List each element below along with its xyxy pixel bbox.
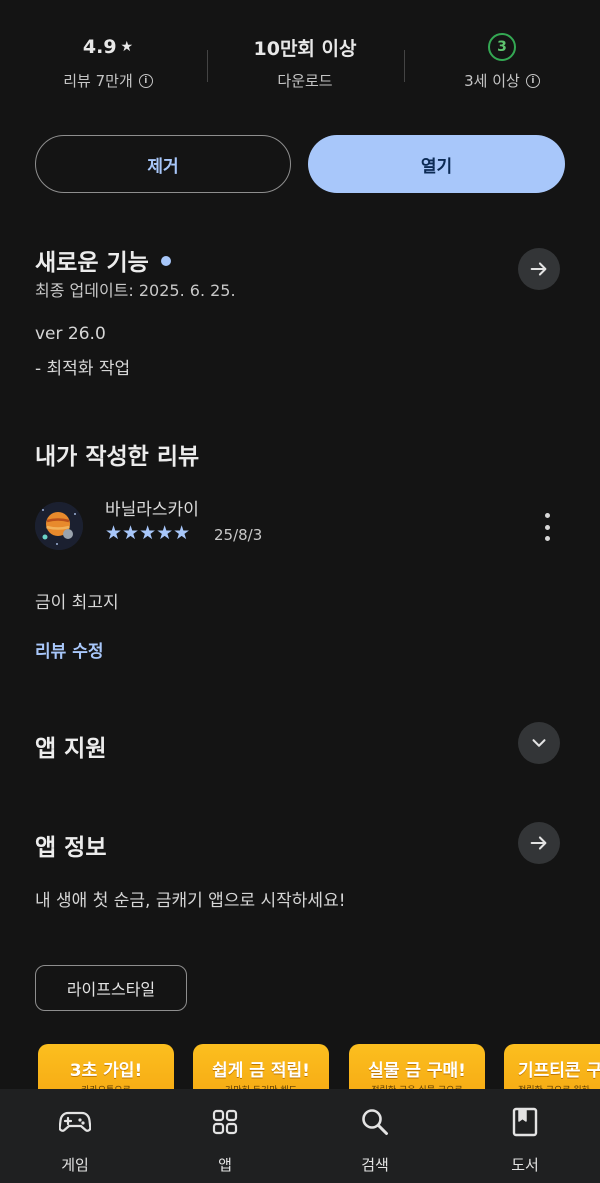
app-info-title[interactable]: 앱 정보 [35, 828, 107, 862]
review-text: 금이 최고지 [35, 593, 119, 613]
info-icon[interactable]: i [525, 73, 540, 88]
nav-label: 검색 [361, 1156, 389, 1174]
app-info-arrow-button[interactable] [518, 822, 560, 864]
nav-item-apps[interactable]: 앱 [150, 1089, 300, 1183]
stat-divider [404, 50, 405, 82]
stat-divider [207, 50, 208, 82]
info-icon[interactable]: i [138, 73, 153, 88]
release-notes-text: - 최적화 작업 [35, 359, 131, 379]
open-button[interactable]: 열기 [308, 135, 565, 193]
planet-avatar-icon [35, 502, 83, 550]
downloads-stat: 10만회 이상 다운로드 [215, 30, 395, 91]
new-indicator-dot [160, 255, 171, 266]
review-stars: ★★★★★ [105, 522, 191, 544]
category-chip[interactable]: 라이프스타일 [35, 965, 187, 1011]
whats-new-arrow-button[interactable] [518, 248, 560, 290]
app-description: 내 생애 첫 순금, 금캐기 앱으로 시작하세요! [35, 891, 346, 911]
screenshot-title: 실물 금 구매! [368, 1061, 466, 1081]
uninstall-button[interactable]: 제거 [35, 135, 291, 193]
app-support-expand-button[interactable] [518, 722, 560, 764]
rating-value: 4.9 [82, 36, 117, 58]
search-icon [362, 1109, 388, 1135]
star-icon: ★ [120, 39, 134, 55]
nav-label: 도서 [511, 1156, 539, 1174]
app-support-title[interactable]: 앱 지원 [35, 729, 107, 763]
screenshot-title: 3초 가입! [69, 1061, 143, 1081]
gamepad-icon [59, 1111, 91, 1132]
arrow-right-icon [530, 836, 547, 850]
app-stats-row: 4.9 ★ 리뷰 7만개 i 10만회 이상 다운로드 3 3세 이상 i [0, 30, 600, 100]
nav-label: 게임 [61, 1156, 89, 1174]
downloads-value: 10만회 이상 [253, 37, 357, 60]
arrow-right-icon [530, 262, 547, 276]
screenshot-title: 쉽게 금 적립! [212, 1061, 310, 1081]
age-badge-row: 3 [412, 30, 592, 64]
nav-item-search[interactable]: 검색 [300, 1089, 450, 1183]
apps-grid-icon [212, 1109, 238, 1135]
bottom-navigation-bar: 게임 앱 검색 도서 [0, 1089, 600, 1183]
rating-label-row: 리뷰 7만개 i [18, 70, 198, 91]
more-options-icon[interactable] [535, 513, 559, 541]
age-rating-stat[interactable]: 3 3세 이상 i [412, 30, 592, 91]
age-rating-badge: 3 [488, 33, 516, 61]
version-text: ver 26.0 [35, 324, 106, 344]
downloads-label: 다운로드 [277, 72, 333, 90]
last-updated-text: 최종 업데이트: 2025. 6. 25. [35, 281, 236, 300]
book-icon [512, 1107, 538, 1137]
screenshot-title: 기프티콘 구 [518, 1061, 600, 1081]
review-count-label: 리뷰 7만개 [63, 72, 133, 90]
reviewer-name: 바닐라스카이 [105, 500, 199, 520]
age-rating-label: 3세 이상 [464, 72, 520, 90]
whats-new-title: 새로운 기능 [35, 250, 149, 276]
rating-value-row: 4.9 ★ [18, 30, 198, 64]
whats-new-header[interactable]: 새로운 기능 [35, 243, 171, 277]
nav-item-games[interactable]: 게임 [0, 1089, 150, 1183]
avatar [35, 502, 83, 550]
edit-review-link[interactable]: 리뷰 수정 [35, 637, 103, 662]
age-label-row: 3세 이상 i [412, 70, 592, 91]
review-date: 25/8/3 [214, 526, 263, 544]
nav-item-books[interactable]: 도서 [450, 1089, 600, 1183]
chevron-down-icon [532, 739, 546, 747]
my-review-title: 내가 작성한 리뷰 [35, 444, 200, 470]
rating-stat[interactable]: 4.9 ★ 리뷰 7만개 i [18, 30, 198, 91]
nav-label: 앱 [218, 1156, 232, 1174]
